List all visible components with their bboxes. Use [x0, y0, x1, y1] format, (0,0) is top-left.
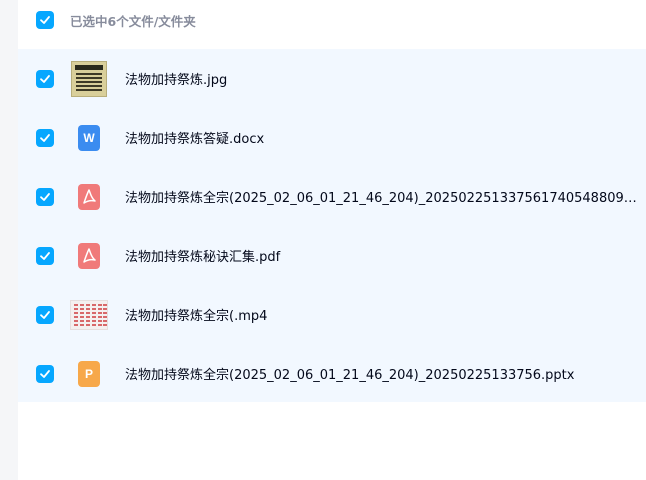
file-checkbox[interactable] — [36, 128, 54, 147]
word-badge: W — [78, 124, 100, 151]
check-icon — [40, 74, 50, 83]
file-checkbox[interactable] — [36, 305, 54, 324]
file-name[interactable]: 法物加持祭炼全宗(2025_02_06_01_21_46_204)_202502… — [125, 187, 642, 206]
file-row[interactable]: P 法物加持祭炼全宗(2025_02_06_01_21_46_204)_2025… — [18, 344, 646, 403]
file-checkbox[interactable] — [36, 69, 54, 88]
selection-header: 已选中6个文件/文件夹 — [18, 0, 646, 40]
file-name[interactable]: 法物加持祭炼全宗(2025_02_06_01_21_46_204)_202502… — [125, 364, 642, 383]
file-checkbox[interactable] — [36, 246, 54, 265]
check-icon — [40, 16, 50, 24]
check-icon — [40, 369, 50, 378]
selected-count-label: 已选中6个文件/文件夹 — [70, 13, 196, 29]
file-row[interactable]: 法物加持祭炼全宗(2025_02_06_01_21_46_204)_202502… — [18, 167, 646, 226]
file-name[interactable]: 法物加持祭炼秘诀汇集.pdf — [125, 246, 642, 265]
image-thumbnail-icon — [70, 60, 108, 98]
file-name[interactable]: 法物加持祭炼答疑.docx — [125, 128, 642, 147]
file-list: 法物加持祭炼.jpg W 法物加持祭炼答疑.docx 法物加持祭炼全宗(2025… — [18, 49, 646, 402]
file-row[interactable]: 法物加持祭炼.jpg — [18, 49, 646, 108]
pdf-icon — [70, 237, 108, 275]
check-icon — [40, 310, 50, 319]
check-icon — [40, 133, 50, 142]
ppt-icon: P — [70, 355, 108, 393]
file-row[interactable]: W 法物加持祭炼答疑.docx — [18, 108, 646, 167]
file-row[interactable]: 法物加持祭炼秘诀汇集.pdf — [18, 226, 646, 285]
pdf-icon — [70, 178, 108, 216]
file-checkbox[interactable] — [36, 187, 54, 206]
file-name[interactable]: 法物加持祭炼.jpg — [125, 69, 642, 88]
select-all-checkbox[interactable] — [36, 11, 54, 29]
file-row[interactable]: 法物加持祭炼全宗(.mp4 — [18, 285, 646, 344]
file-checkbox[interactable] — [36, 364, 54, 383]
word-doc-icon: W — [70, 119, 108, 157]
ppt-badge: P — [78, 360, 100, 387]
check-icon — [40, 192, 50, 201]
file-name[interactable]: 法物加持祭炼全宗(.mp4 — [125, 305, 642, 324]
video-thumbnail-icon — [70, 296, 108, 334]
check-icon — [40, 251, 50, 260]
file-selection-panel: 已选中6个文件/文件夹 法物加持祭炼.jpg W 法物加持祭炼答疑.docx 法… — [0, 0, 646, 480]
left-gutter — [0, 0, 18, 480]
